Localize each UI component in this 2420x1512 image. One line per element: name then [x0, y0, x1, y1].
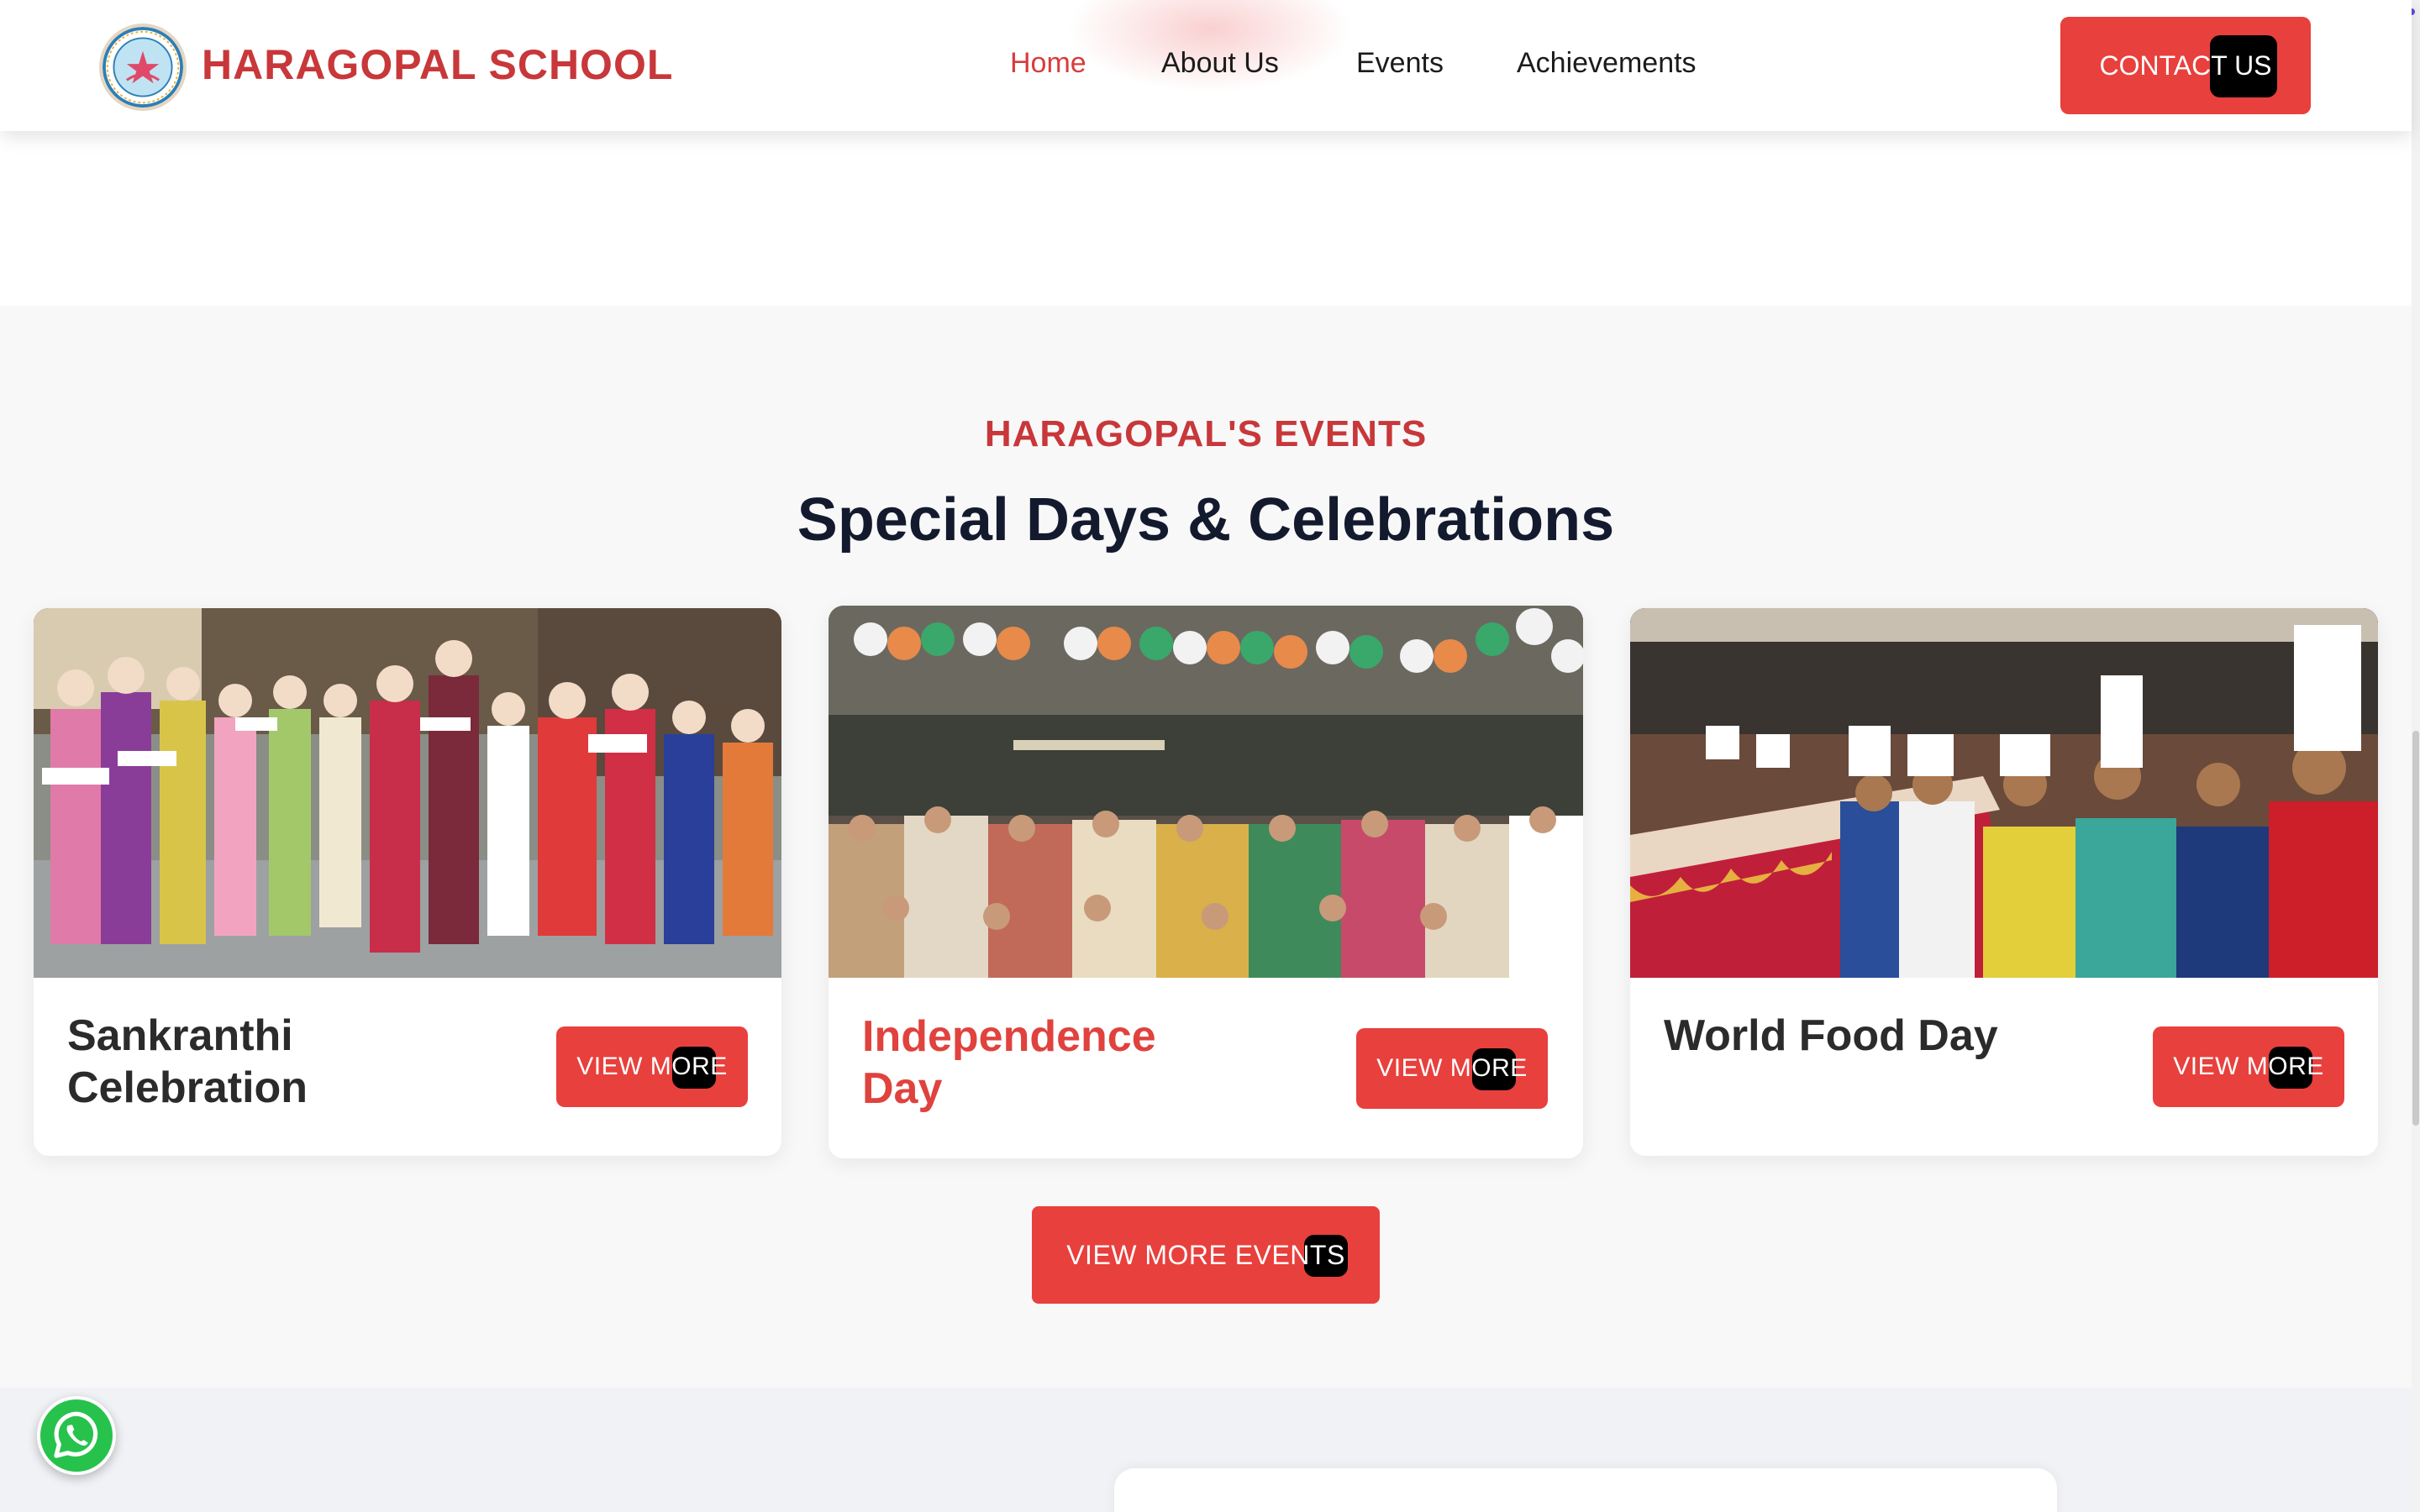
event-title-line: Sankranthi [67, 1011, 293, 1060]
contact-us-label: CONTACT US [2099, 50, 2272, 81]
nav-events[interactable]: Events [1356, 47, 1444, 80]
nav-home[interactable]: Home [1010, 47, 1086, 80]
view-more-events-label: VIEW MORE EVENTS [1066, 1239, 1345, 1270]
view-more-button[interactable]: VIEW MORE [556, 1026, 748, 1107]
events-eyebrow: HARAGOPAL'S EVENTS [984, 413, 1428, 454]
event-title: Independence Day [862, 1011, 1156, 1116]
view-more-button[interactable]: VIEW MORE [1356, 1028, 1548, 1109]
event-photo-world-food-day [1630, 608, 2378, 978]
events-heading: Special Days & Celebrations [797, 486, 1615, 554]
hero-bottom [0, 131, 2412, 306]
view-more-label: VIEW MORE [1376, 1054, 1528, 1082]
nav-about-us[interactable]: About Us [1161, 47, 1279, 80]
event-photo-sankranthi [34, 608, 781, 978]
scrollbar-thumb[interactable] [2412, 731, 2419, 1126]
whatsapp-icon[interactable] [37, 1396, 116, 1475]
view-more-button[interactable]: VIEW MORE [2153, 1026, 2344, 1107]
event-card-independence-day[interactable]: Independence Day VIEW MORE [829, 606, 1583, 1158]
event-card-world-food-day[interactable]: World Food Day VIEW MORE [1630, 608, 2378, 1156]
view-more-events-button[interactable]: VIEW MORE EVENTS [1032, 1206, 1380, 1304]
next-section-card [1114, 1468, 2057, 1512]
event-title: Sankranthi Celebration [67, 1010, 308, 1115]
event-title-line: World Food Day [1664, 1011, 1998, 1060]
page: HARAGOPAL SCHOOL Home About Us Events Ac… [0, 0, 2420, 1512]
event-title-line: Day [862, 1064, 943, 1114]
site-header: HARAGOPAL SCHOOL Home About Us Events Ac… [0, 0, 2412, 131]
contact-us-button[interactable]: CONTACT US [2060, 17, 2311, 114]
nav-achievements[interactable]: Achievements [1517, 47, 1697, 80]
event-card-sankranthi[interactable]: Sankranthi Celebration VIEW MORE [34, 608, 781, 1156]
main-nav: Home About Us Events Achievements [0, 47, 2412, 84]
event-title: World Food Day [1664, 1010, 1998, 1062]
event-photo-independence-day [829, 606, 1583, 978]
view-more-label: VIEW MORE [576, 1053, 728, 1080]
view-more-label: VIEW MORE [2173, 1053, 2324, 1080]
event-title-line: Independence [862, 1012, 1156, 1061]
event-title-line: Celebration [67, 1063, 308, 1113]
